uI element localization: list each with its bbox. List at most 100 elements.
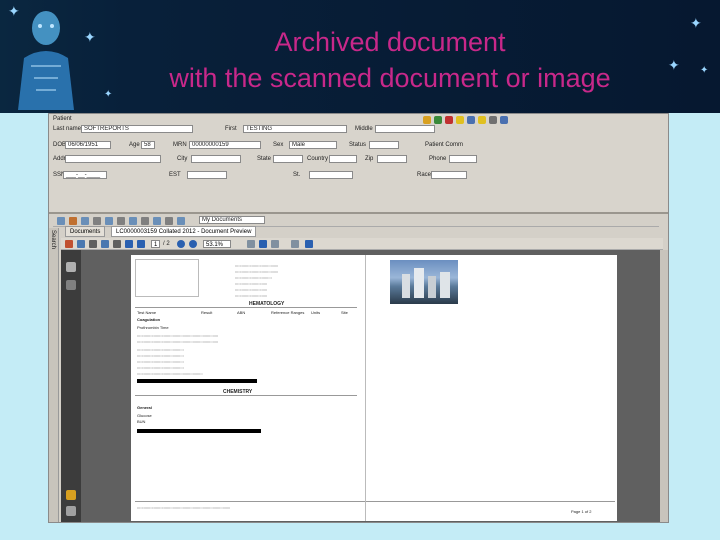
- zoom-out-icon[interactable]: [177, 240, 185, 248]
- zoom-select[interactable]: 53.1%: [203, 240, 231, 248]
- save-icon[interactable]: [434, 116, 442, 124]
- page-number-input[interactable]: 1: [151, 240, 161, 248]
- print-icon[interactable]: [89, 240, 97, 248]
- email-icon[interactable]: [101, 240, 109, 248]
- page-total: / 2: [163, 241, 170, 247]
- radiation-icon[interactable]: [478, 116, 486, 124]
- scan-icon[interactable]: [69, 217, 77, 225]
- first-name-field[interactable]: TESTING: [243, 125, 347, 133]
- phone-label: Phone: [429, 156, 447, 162]
- star-icon: ✦: [84, 29, 96, 45]
- annotate-icon[interactable]: [153, 217, 161, 225]
- phone-field[interactable]: [449, 155, 477, 163]
- tab-document-preview[interactable]: LC0000003159 Collated 2012 - Document Pr…: [111, 226, 257, 237]
- zip-label: Zip: [365, 156, 374, 162]
- actual-size-icon[interactable]: [271, 240, 279, 248]
- attachment-icon[interactable]: [66, 506, 76, 516]
- preview-side-panel: [61, 250, 81, 522]
- fit-width-icon[interactable]: [247, 240, 255, 248]
- star-icon: ✦: [690, 15, 702, 31]
- two-page-icon[interactable]: [291, 240, 299, 248]
- preview-canvas: ::::::::::::::::::::::::::::::::::::::: …: [81, 250, 665, 522]
- country-label: Country: [307, 156, 329, 162]
- race-label: Race: [417, 172, 432, 178]
- last-name-field[interactable]: SOFTREPORTS: [81, 125, 193, 133]
- patient-form: Patient Last name SOFTREPORTS First TEST…: [49, 114, 668, 212]
- st-label: St.: [293, 172, 301, 178]
- copy-icon[interactable]: [105, 217, 113, 225]
- addr-field[interactable]: [65, 155, 161, 163]
- tab-documents[interactable]: Documents: [65, 226, 106, 237]
- age-label: Age: [129, 142, 140, 148]
- delete-icon[interactable]: [445, 116, 453, 124]
- alert-icon[interactable]: [456, 116, 464, 124]
- status-select[interactable]: [369, 141, 399, 149]
- city-label: City: [177, 156, 188, 162]
- st-field[interactable]: [309, 171, 353, 179]
- last-name-label: Last name: [53, 126, 82, 132]
- sex-label: Sex: [273, 142, 284, 148]
- zip-field[interactable]: [377, 155, 407, 163]
- viewer-tabs: Documents LC0000003159 Collated 2012 - D…: [63, 226, 663, 237]
- prev-page-icon[interactable]: [125, 240, 133, 248]
- state-field[interactable]: [273, 155, 303, 163]
- help-icon[interactable]: [500, 116, 508, 124]
- slide-title-line-1: Archived document: [274, 27, 506, 57]
- sex-select[interactable]: Male: [289, 141, 337, 149]
- document-viewer: My Documents Search Documents LC00000031…: [49, 214, 668, 522]
- email-icon[interactable]: [81, 217, 89, 225]
- est-label: EST: [169, 172, 181, 178]
- document-page: ::::::::::::::::::::::::::::::::::::::: …: [131, 255, 617, 521]
- form-toolbar: [423, 116, 513, 126]
- dob-field[interactable]: 06/06/1951: [65, 141, 111, 149]
- state-label: State: [257, 156, 272, 162]
- slide-background: [0, 113, 48, 540]
- preview-toolbar: 1 / 2 53.1%: [61, 238, 663, 250]
- middle-field[interactable]: [375, 125, 435, 133]
- patient-comm-checkbox-label[interactable]: Patient Comm: [425, 142, 463, 148]
- paste-icon[interactable]: [129, 217, 137, 225]
- country-field[interactable]: [329, 155, 357, 163]
- age-field[interactable]: 58: [141, 141, 155, 149]
- cut-icon[interactable]: [117, 217, 125, 225]
- patient-label: Patient: [53, 116, 72, 122]
- scan-placeholder-box: [135, 259, 199, 297]
- ssn-field[interactable]: ___-__-____: [63, 171, 107, 179]
- settings-icon[interactable]: [489, 116, 497, 124]
- vertical-scrollbar[interactable]: [660, 250, 668, 522]
- middle-label: Middle: [355, 126, 373, 132]
- slide-banner: ✦ ✦ ✦ ✦ ✦ ✦ Archived document with the s…: [0, 0, 720, 113]
- bookmark-icon[interactable]: [66, 280, 76, 290]
- comment-icon[interactable]: [66, 490, 76, 500]
- first-name-label: First: [225, 126, 237, 132]
- search-icon[interactable]: [113, 240, 121, 248]
- continuous-icon[interactable]: [305, 240, 313, 248]
- open-icon[interactable]: [57, 217, 65, 225]
- print-icon[interactable]: [177, 217, 185, 225]
- attach-icon[interactable]: [141, 217, 149, 225]
- pdf-icon[interactable]: [65, 240, 73, 248]
- fax-icon[interactable]: [93, 217, 101, 225]
- fit-page-icon[interactable]: [259, 240, 267, 248]
- rotate-icon[interactable]: [165, 217, 173, 225]
- search-side-tab[interactable]: Search: [49, 228, 59, 522]
- zoom-in-icon[interactable]: [189, 240, 197, 248]
- star-icon: ✦: [8, 3, 20, 19]
- folder-icon[interactable]: [423, 116, 431, 124]
- redaction-bar: [137, 379, 257, 383]
- slide-title-line-2: with the scanned document or image: [169, 63, 611, 93]
- human-figure-graphic: [18, 11, 74, 110]
- star-icon: ✦: [700, 65, 709, 76]
- folder-select[interactable]: My Documents: [199, 216, 265, 224]
- print-icon[interactable]: [467, 116, 475, 124]
- city-field[interactable]: [191, 155, 241, 163]
- est-field[interactable]: [187, 171, 227, 179]
- scanned-image-photo: [390, 260, 458, 304]
- redaction-bar: [137, 429, 261, 433]
- emr-window: Patient Last name SOFTREPORTS First TEST…: [48, 113, 669, 523]
- next-page-icon[interactable]: [137, 240, 145, 248]
- race-select[interactable]: [431, 171, 467, 179]
- save-icon[interactable]: [77, 240, 85, 248]
- pages-icon[interactable]: [66, 262, 76, 272]
- mrn-field[interactable]: 00000000159: [189, 141, 261, 149]
